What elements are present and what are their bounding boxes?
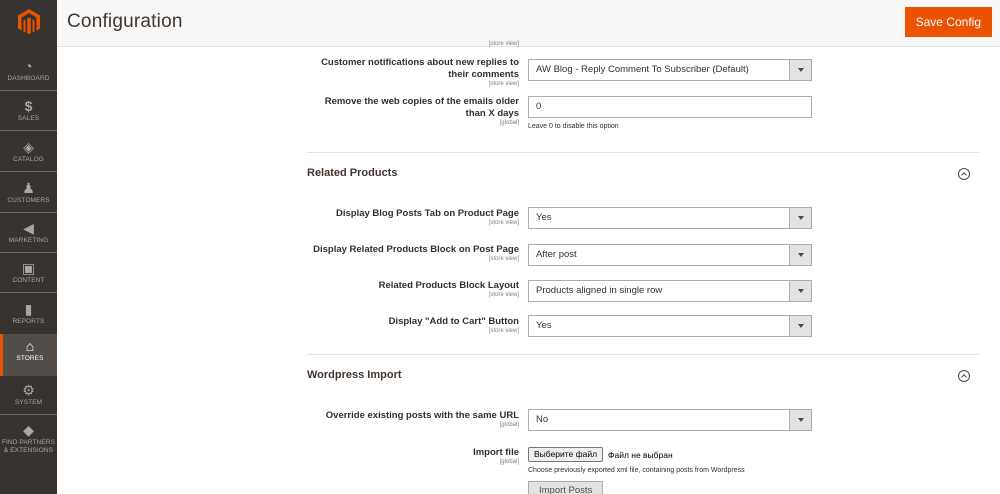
store-icon: ⌂ [25, 338, 35, 354]
add-to-cart-select[interactable]: Yes [528, 315, 812, 337]
nav-stores[interactable]: ⌂ STORES [0, 334, 57, 376]
magento-logo-icon [17, 9, 40, 34]
remove-copies-note: Leave 0 to disable this option [528, 123, 619, 130]
nav-separator [0, 414, 57, 415]
file-status-text: Файл не выбран [608, 450, 673, 460]
nav-dashboard[interactable]: ◔ DASHBOARD [0, 54, 57, 94]
nav-reports[interactable]: ▮ REPORTS [0, 297, 57, 337]
remove-copies-label: Remove the web copies of the emails olde… [324, 96, 519, 126]
dashboard-icon: ◔ [24, 58, 33, 74]
collapse-icon[interactable] [958, 370, 970, 382]
nav-marketing[interactable]: ◀ MARKETING [0, 216, 57, 256]
notifications-label: Customer notifications about new replies… [321, 57, 519, 87]
remove-copies-input[interactable]: 0 [528, 96, 812, 118]
bar-chart-icon: ▮ [24, 301, 33, 317]
scope-label: [store view] [488, 41, 519, 47]
section-title-wordpress-import[interactable]: Wordpress Import [307, 369, 402, 381]
nav-separator [0, 90, 57, 91]
chevron-down-icon [789, 60, 811, 80]
admin-sidebar: ◔ DASHBOARD $ SALES ◈ CATALOG ♟ CUSTOMER… [0, 0, 57, 494]
add-to-cart-label: Display "Add to Cart" Button [store view… [388, 316, 519, 334]
blog-tab-select[interactable]: Yes [528, 207, 812, 229]
save-config-button[interactable]: Save Config [904, 7, 992, 37]
import-file-note: Choose previously exported xml file, con… [528, 467, 745, 474]
config-content: [store view] Customer notifications abou… [57, 41, 1000, 494]
page-header: Configuration Save Config [57, 0, 1000, 47]
cube-icon: ◆ [23, 422, 34, 438]
block-layout-label: Related Products Block Layout [store vie… [378, 280, 519, 298]
nav-separator [0, 252, 57, 253]
block-layout-select[interactable]: Products aligned in single row [528, 280, 812, 302]
import-posts-button[interactable]: Import Posts [528, 481, 604, 494]
choose-file-button[interactable]: Выберите файл [528, 447, 604, 462]
chevron-down-icon [789, 245, 811, 265]
related-block-label: Display Related Products Block on Post P… [313, 244, 519, 262]
nav-sales[interactable]: $ SALES [0, 94, 57, 134]
section-divider [307, 152, 979, 153]
chevron-down-icon [789, 208, 811, 228]
collapse-icon[interactable] [958, 168, 970, 180]
override-posts-label: Override existing posts with the same UR… [325, 410, 519, 428]
layout-icon: ▣ [21, 260, 36, 276]
megaphone-icon: ◀ [23, 220, 34, 236]
nav-content[interactable]: ▣ CONTENT [0, 256, 57, 296]
nav-catalog[interactable]: ◈ CATALOG [0, 135, 57, 175]
blog-tab-label: Display Blog Posts Tab on Product Page [… [336, 208, 519, 226]
section-divider [307, 354, 979, 355]
box-icon: ◈ [23, 139, 34, 155]
nav-separator [0, 292, 57, 293]
chevron-down-icon [789, 410, 811, 430]
override-posts-select[interactable]: No [528, 409, 812, 431]
magento-logo[interactable] [0, 0, 57, 44]
nav-separator [0, 130, 57, 131]
page-title: Configuration [67, 11, 183, 32]
gear-icon: ⚙ [22, 382, 35, 398]
person-icon: ♟ [22, 180, 35, 196]
nav-separator [0, 171, 57, 172]
section-title-related-products[interactable]: Related Products [307, 167, 397, 179]
nav-system[interactable]: ⚙ SYSTEM [0, 378, 57, 418]
chevron-down-icon [789, 316, 811, 336]
chevron-down-icon [789, 281, 811, 301]
related-block-select[interactable]: After post [528, 244, 812, 266]
notifications-select[interactable]: AW Blog - Reply Comment To Subscriber (D… [528, 59, 812, 81]
nav-separator [0, 212, 57, 213]
import-file-label: Import file [global] [473, 447, 519, 465]
dollar-icon: $ [24, 98, 33, 114]
nav-customers[interactable]: ♟ CUSTOMERS [0, 176, 57, 216]
nav-find-partners[interactable]: ◆ FIND PARTNERS & EXTENSIONS [0, 418, 57, 458]
